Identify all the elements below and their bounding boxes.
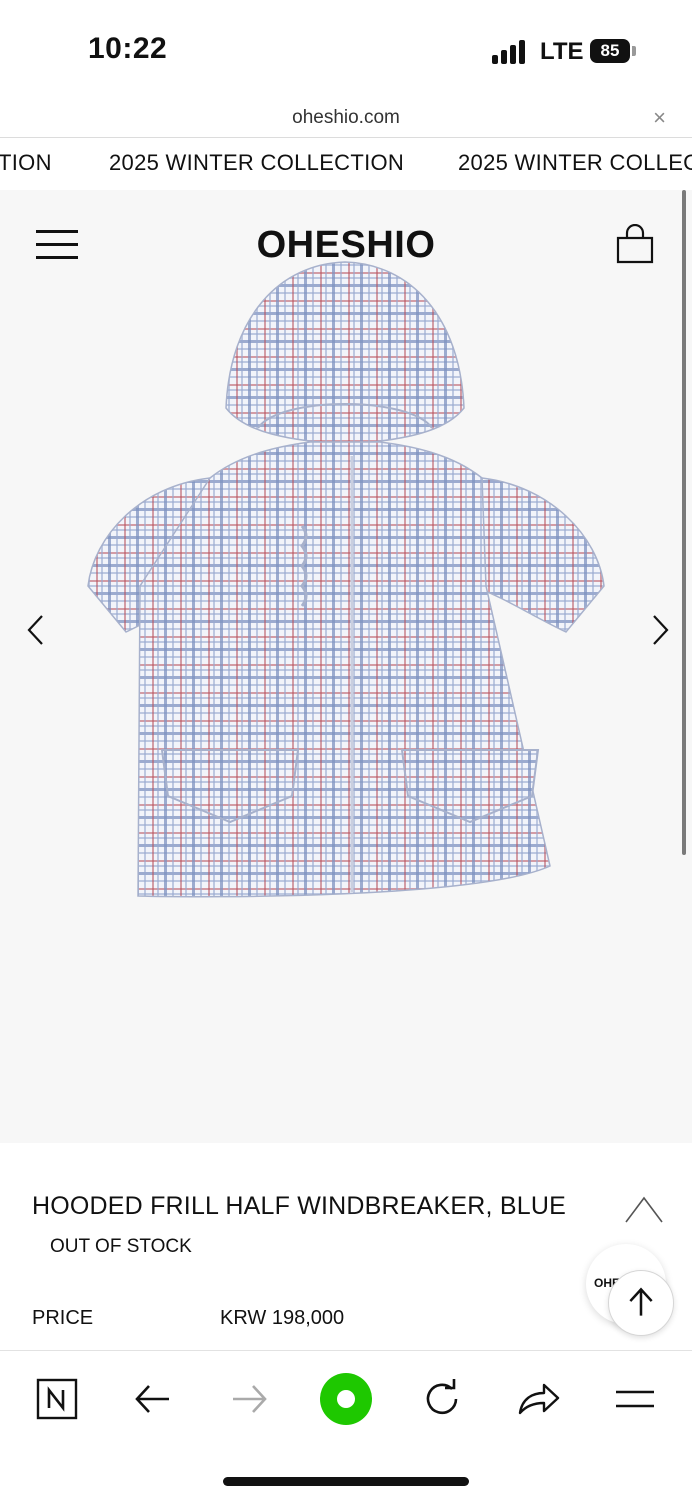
naver-home-icon[interactable] [30, 1373, 82, 1425]
marquee-item: 2025 WINTER COLLECTION [109, 150, 405, 175]
url-text[interactable]: oheshio.com [0, 107, 692, 129]
status-time: 10:22 [88, 32, 168, 65]
marquee-item: 2025 WINTER COLLEC [458, 150, 692, 175]
network-type: LTE [540, 38, 584, 65]
home-indicator[interactable] [223, 1477, 469, 1486]
chevron-right-icon[interactable] [648, 610, 672, 650]
announcement-marquee: TION 2025 WINTER COLLECTION 2025 WINTER … [0, 138, 692, 190]
price-label: PRICE [32, 1307, 94, 1329]
chevron-up-icon[interactable] [624, 1194, 664, 1226]
battery-icon: 85 [590, 39, 630, 63]
arrow-up-icon[interactable] [608, 1270, 674, 1336]
price-value: KRW 198,000 [220, 1307, 345, 1329]
product-gallery: OHESHIO [0, 190, 692, 1143]
page-scrollbar[interactable] [682, 190, 686, 855]
stock-status: OUT OF STOCK [50, 1236, 192, 1257]
shopping-bag-icon[interactable] [616, 224, 654, 264]
signal-strength-icon [492, 40, 528, 64]
share-icon[interactable] [512, 1373, 564, 1425]
close-icon[interactable]: × [653, 105, 666, 131]
menu-icon[interactable] [609, 1373, 661, 1425]
status-bar: 10:22 LTE 85 [0, 0, 692, 100]
back-arrow-icon[interactable] [127, 1373, 179, 1425]
marquee-item: TION [0, 150, 52, 175]
product-title: HOODED FRILL HALF WINDBREAKER, BLUE [32, 1192, 566, 1220]
chevron-left-icon[interactable] [24, 610, 48, 650]
green-search-icon[interactable] [320, 1373, 372, 1425]
product-image [87, 261, 605, 898]
forward-arrow-icon[interactable] [223, 1373, 275, 1425]
reload-icon[interactable] [416, 1373, 468, 1425]
url-bar[interactable]: oheshio.com × [0, 100, 692, 138]
battery-tip [632, 46, 636, 56]
